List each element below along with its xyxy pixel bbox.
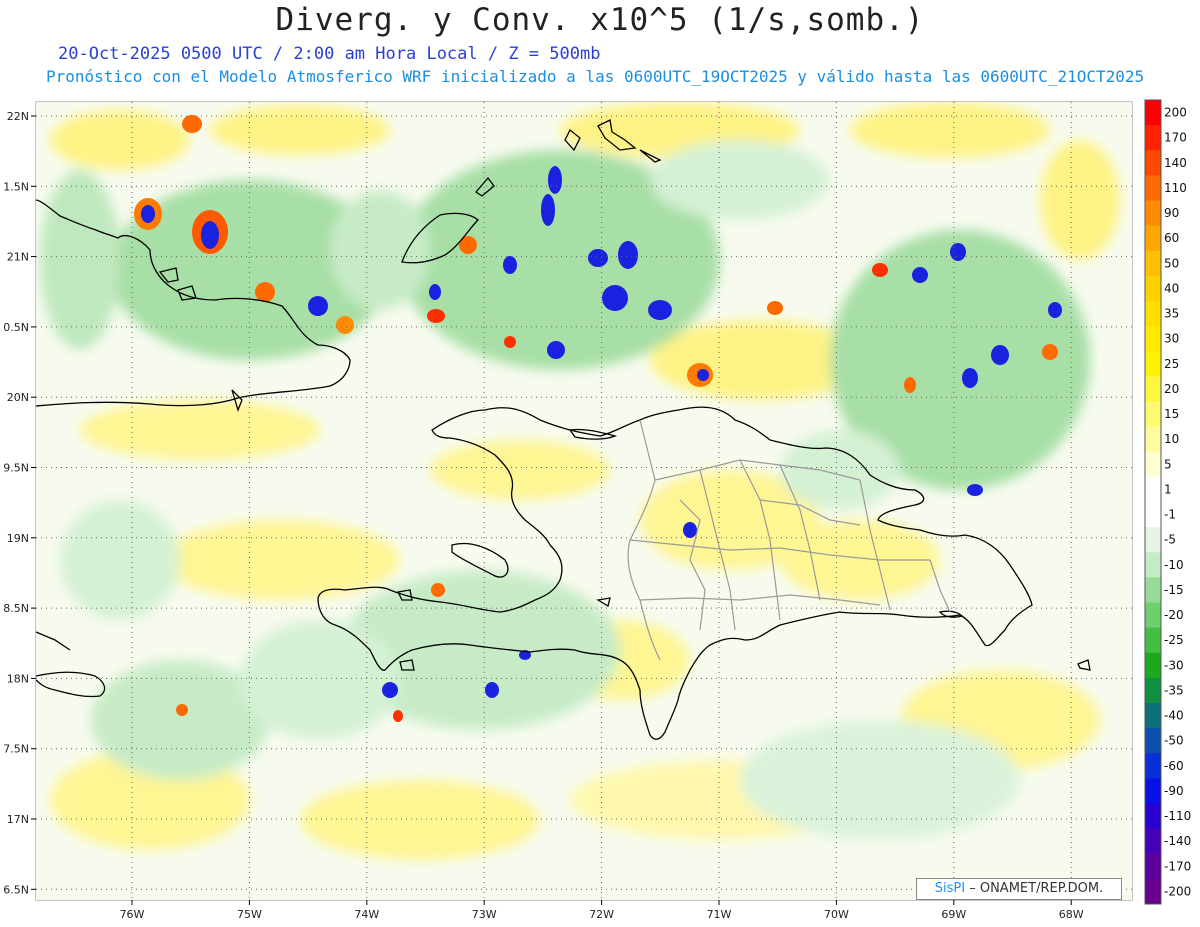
colorbar-swatch (1145, 728, 1161, 754)
lat-label: 0.5N (3, 321, 29, 334)
colorbar-label: 200 (1164, 106, 1187, 120)
colorbar-label: -10 (1164, 558, 1184, 572)
lon-label: 68W (1059, 908, 1084, 921)
colorbar-swatch (1145, 602, 1161, 629)
lat-label: 21N (7, 251, 29, 264)
colorbar-label: 140 (1164, 156, 1187, 170)
colorbar-swatch (1145, 803, 1161, 830)
colorbar-label: -140 (1164, 834, 1191, 848)
colorbar-label: 10 (1164, 432, 1179, 446)
colorbar-swatch (1145, 225, 1161, 252)
colorbar-label: 50 (1164, 256, 1179, 270)
colorbar-swatch (1145, 275, 1161, 302)
colorbar-label: 40 (1164, 281, 1179, 295)
lon-label: 70W (824, 908, 849, 921)
lat-label: 22N (7, 110, 29, 123)
colorbar-swatch (1145, 426, 1161, 453)
colorbar-label: -15 (1164, 583, 1184, 597)
lat-label: 17N (7, 813, 29, 826)
colorbar: 200 170 140 110 90 60 50 40 35 30 25 20 15 10 5 1 -1 -5 -1… (1144, 99, 1191, 905)
colorbar-label: 30 (1164, 332, 1179, 346)
colorbar-swatch (1145, 753, 1161, 779)
colorbar-label: -30 (1164, 658, 1184, 672)
colorbar-swatch (1145, 476, 1161, 503)
lat-label: 1.5N (3, 180, 29, 193)
colorbar-swatch (1145, 326, 1161, 352)
sispi-logo: SisPI (934, 881, 966, 896)
lat-label: 7.5N (3, 743, 29, 756)
colorbar-label: -35 (1164, 683, 1184, 697)
colorbar-label: 20 (1164, 382, 1179, 396)
colorbar-label: -60 (1164, 759, 1184, 773)
colorbar-label: -50 (1164, 734, 1184, 748)
latitude-labels: 22N 1.5N 21N 0.5N 20N 9.5N 19N 8.5N 18N 7.5N 17N 6.… (3, 110, 36, 896)
colorbar-label: -1 (1164, 508, 1176, 522)
colorbar-label: -5 (1164, 533, 1176, 547)
colorbar-label: 25 (1164, 357, 1179, 371)
colorbar-label: -200 (1164, 884, 1191, 898)
colorbar-label: 15 (1164, 407, 1179, 421)
forecast-map: 22N 1.5N 21N 0.5N 20N 9.5N 19N 8.5N 18N 7.5N 17N 6.… (3, 99, 1191, 921)
colorbar-swatch (1145, 401, 1161, 428)
colorbar-swatch (1145, 878, 1161, 905)
colorbar-label: -90 (1164, 784, 1184, 798)
lat-label: 18N (7, 672, 29, 685)
colorbar-swatch (1145, 677, 1161, 704)
colorbar-swatch (1145, 150, 1161, 176)
colorbar-label: -170 (1164, 859, 1191, 873)
colorbar-label: 5 (1164, 457, 1172, 471)
colorbar-swatch (1145, 853, 1161, 880)
longitude-labels: 76W 75W 74W 73W 72W 71W 70W 69W 68W (120, 900, 1084, 921)
colorbar-swatch (1145, 778, 1161, 804)
colorbar-label: 110 (1164, 181, 1187, 195)
lon-label: 74W (354, 908, 379, 921)
colorbar-swatch (1145, 175, 1161, 201)
colorbar-label: -25 (1164, 633, 1184, 647)
colorbar-swatch (1145, 502, 1161, 528)
lat-label: 6.5N (3, 883, 29, 896)
colorbar-swatch (1145, 200, 1161, 227)
lat-label: 9.5N (3, 462, 29, 475)
colorbar-swatch (1145, 828, 1161, 855)
colorbar-label: 35 (1164, 307, 1179, 321)
colorbar-label: 1 (1164, 482, 1172, 496)
colorbar-swatch (1145, 376, 1161, 402)
colorbar-swatch (1145, 652, 1161, 679)
lat-label: 19N (7, 532, 29, 545)
lat-label: 20N (7, 391, 29, 404)
colorbar-swatch (1145, 351, 1161, 377)
colorbar-label: 60 (1164, 231, 1179, 245)
colorbar-label: -20 (1164, 608, 1184, 622)
colorbar-label: -40 (1164, 709, 1184, 723)
credit-box: SisPI – ONAMET/REP.DOM. (916, 878, 1122, 900)
lon-label: 71W (707, 908, 732, 921)
lon-label: 75W (237, 908, 262, 921)
credit-text: – ONAMET/REP.DOM. (965, 881, 1104, 896)
colorbar-label: 90 (1164, 206, 1179, 220)
colorbar-swatch (1145, 627, 1161, 654)
lon-label: 73W (472, 908, 497, 921)
colorbar-swatch (1145, 250, 1161, 277)
colorbar-swatch (1145, 451, 1161, 478)
colorbar-swatch (1145, 552, 1161, 578)
lat-label: 8.5N (3, 602, 29, 615)
colorbar-swatch (1145, 577, 1161, 603)
colorbar-label: -110 (1164, 809, 1191, 823)
colorbar-swatch (1145, 100, 1161, 126)
colorbar-swatch (1145, 301, 1161, 327)
colorbar-swatch (1145, 703, 1161, 729)
colorbar-label: 170 (1164, 131, 1187, 145)
lon-label: 72W (589, 908, 614, 921)
lon-label: 76W (120, 908, 145, 921)
lon-label: 69W (941, 908, 966, 921)
colorbar-swatch (1145, 125, 1161, 151)
divergence-field (36, 102, 1132, 900)
colorbar-swatch (1145, 527, 1161, 553)
